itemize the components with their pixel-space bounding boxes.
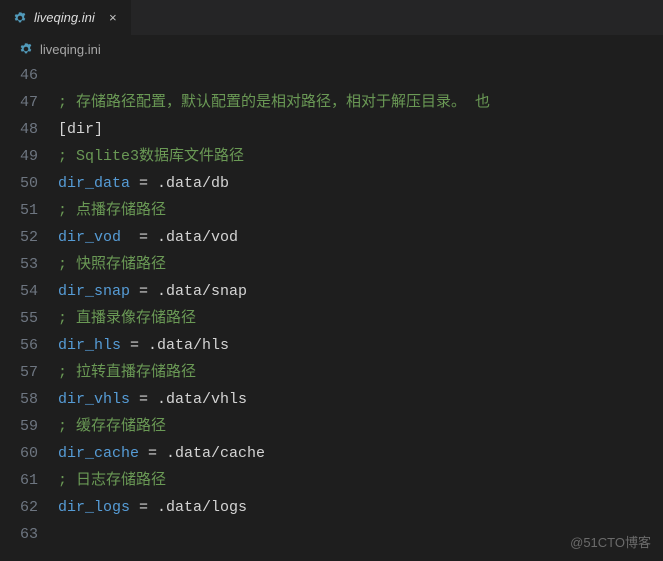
ini-value: .data/db — [148, 175, 229, 192]
code-line[interactable]: ; 点播存储路径 — [58, 197, 663, 224]
code-line[interactable]: dir_data = .data/db — [58, 170, 663, 197]
code-line[interactable]: dir_snap = .data/snap — [58, 278, 663, 305]
line-number: 52 — [0, 224, 38, 251]
code-line[interactable]: [dir] — [58, 116, 663, 143]
ini-comment: ; 存储路径配置，默认配置的是相对路径，相对于解压目录。 也 — [58, 94, 490, 111]
code-line[interactable]: ; 存储路径配置，默认配置的是相对路径，相对于解压目录。 也 — [58, 89, 663, 116]
line-number: 47 — [0, 89, 38, 116]
line-number: 53 — [0, 251, 38, 278]
ini-comment: ; 点播存储路径 — [58, 202, 166, 219]
ini-equals: = — [148, 445, 157, 462]
line-number: 63 — [0, 521, 38, 548]
line-number: 51 — [0, 197, 38, 224]
ini-section: [dir] — [58, 121, 103, 138]
ini-comment: ; Sqlite3数据库文件路径 — [58, 148, 244, 165]
ini-comment: ; 直播录像存储路径 — [58, 310, 196, 327]
ini-value: .data/vod — [148, 229, 238, 246]
line-number: 60 — [0, 440, 38, 467]
line-number: 57 — [0, 359, 38, 386]
ini-key: dir_vhls — [58, 391, 139, 408]
ini-value: .data/hls — [139, 337, 229, 354]
code-line[interactable]: dir_logs = .data/logs — [58, 494, 663, 521]
code-area[interactable]: ; 存储路径配置，默认配置的是相对路径，相对于解压目录。 也 [dir] ; Sql… — [58, 62, 663, 561]
ini-comment: ; 拉转直播存储路径 — [58, 364, 196, 381]
code-line[interactable]: ; 快照存储路径 — [58, 251, 663, 278]
ini-comment: ; 快照存储路径 — [58, 256, 166, 273]
line-number: 50 — [0, 170, 38, 197]
line-number: 59 — [0, 413, 38, 440]
code-line[interactable]: ; 缓存存储路径 — [58, 413, 663, 440]
watermark: @51CTO博客 — [570, 532, 651, 551]
line-number: 61 — [0, 467, 38, 494]
code-line[interactable]: dir_hls = .data/hls — [58, 332, 663, 359]
code-line[interactable]: dir_vhls = .data/vhls — [58, 386, 663, 413]
line-number: 62 — [0, 494, 38, 521]
ini-comment: ; 缓存存储路径 — [58, 418, 166, 435]
ini-key: dir_data — [58, 175, 139, 192]
code-line[interactable]: dir_vod = .data/vod — [58, 224, 663, 251]
close-icon[interactable]: × — [105, 10, 121, 26]
ini-equals: = — [139, 175, 148, 192]
line-number: 54 — [0, 278, 38, 305]
tab-filename: liveqing.ini — [34, 10, 95, 25]
code-line[interactable]: ; 直播录像存储路径 — [58, 305, 663, 332]
code-line[interactable]: ; 日志存储路径 — [58, 467, 663, 494]
breadcrumb[interactable]: liveqing.ini — [0, 36, 663, 62]
line-number: 49 — [0, 143, 38, 170]
ini-key: dir_vod — [58, 229, 139, 246]
ini-value: .data/cache — [157, 445, 265, 462]
ini-key: dir_cache — [58, 445, 148, 462]
code-line[interactable]: ; Sqlite3数据库文件路径 — [58, 143, 663, 170]
ini-value: .data/snap — [148, 283, 247, 300]
ini-equals: = — [139, 283, 148, 300]
gear-icon — [12, 10, 28, 26]
line-gutter: 464748495051525354555657585960616263 — [0, 62, 58, 561]
gear-icon — [18, 41, 34, 57]
ini-comment: ; 日志存储路径 — [58, 472, 166, 489]
code-line[interactable]: ; 拉转直播存储路径 — [58, 359, 663, 386]
editor: 464748495051525354555657585960616263 ; 存… — [0, 62, 663, 561]
line-number: 58 — [0, 386, 38, 413]
code-line[interactable]: dir_cache = .data/cache — [58, 440, 663, 467]
ini-key: dir_snap — [58, 283, 139, 300]
tab-liveqing-ini[interactable]: liveqing.ini × — [0, 0, 131, 35]
line-number: 56 — [0, 332, 38, 359]
line-number: 55 — [0, 305, 38, 332]
ini-equals: = — [139, 391, 148, 408]
code-line[interactable] — [58, 62, 663, 89]
ini-equals: = — [139, 499, 148, 516]
ini-value: .data/vhls — [148, 391, 247, 408]
ini-value: .data/logs — [148, 499, 247, 516]
ini-key: dir_hls — [58, 337, 130, 354]
line-number: 48 — [0, 116, 38, 143]
breadcrumb-filename: liveqing.ini — [40, 42, 101, 57]
ini-equals: = — [139, 229, 148, 246]
tab-bar: liveqing.ini × — [0, 0, 663, 36]
ini-key: dir_logs — [58, 499, 139, 516]
line-number: 46 — [0, 62, 38, 89]
ini-equals: = — [130, 337, 139, 354]
